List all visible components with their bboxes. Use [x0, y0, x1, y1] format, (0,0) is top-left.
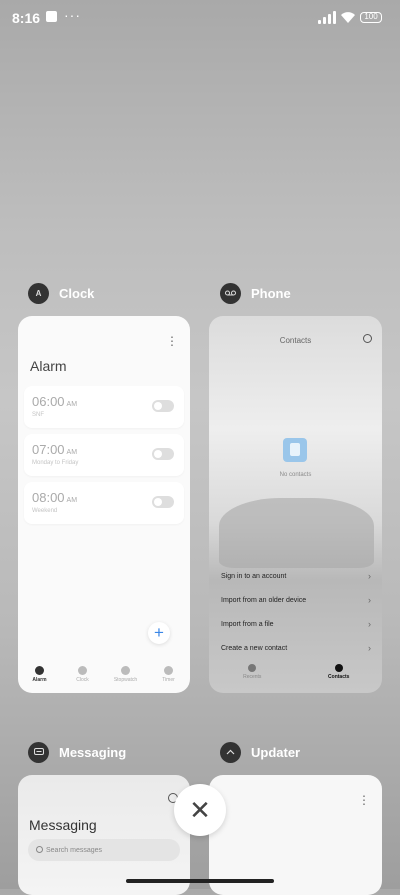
phone-app-icon — [220, 282, 241, 304]
tab-stopwatch: Stopwatch — [106, 666, 146, 690]
alarm-toggle — [152, 496, 174, 508]
add-alarm-button: + — [148, 622, 170, 644]
search-messages-input: Search messages — [28, 839, 180, 861]
person-icon — [334, 664, 343, 672]
menu-item-import-device: Import from an older device › — [221, 595, 371, 605]
messaging-title: Messaging — [29, 817, 97, 833]
phone-tab-bar: Recents Contacts — [209, 664, 382, 688]
hourglass-icon — [164, 666, 173, 675]
home-indicator[interactable] — [126, 879, 274, 883]
alarm-toggle — [152, 400, 174, 412]
updater-app-name: Updater — [251, 744, 301, 760]
contacts-title: Contacts — [279, 336, 312, 345]
settings-icon — [363, 334, 372, 343]
tab-clock: Clock — [63, 666, 103, 690]
tab-timer: Timer — [149, 666, 189, 690]
alarm-time: 06:00 AM — [32, 394, 78, 409]
contacts-book-icon — [283, 438, 307, 462]
alarm-time: 08:00 AM — [32, 490, 78, 505]
alarm-label: SNF — [32, 412, 44, 418]
chevron-right-icon: › — [368, 571, 371, 581]
tab-contacts: Contacts — [314, 664, 364, 688]
alarm-toggle — [152, 448, 174, 460]
clock-app-name: Clock — [59, 285, 95, 301]
clock-app-icon: A — [28, 282, 49, 304]
alarm-time: 07:00 AM — [32, 442, 78, 457]
more-options-icon: ⋮ — [166, 334, 178, 348]
phone-icon — [248, 664, 257, 672]
phone-app-card[interactable]: Contacts No contacts Sign in to an accou… — [209, 316, 382, 693]
phone-app-header[interactable]: Phone — [220, 281, 291, 305]
alarm-title: Alarm — [30, 358, 67, 374]
menu-item-import-file: Import from a file › — [221, 619, 371, 629]
menu-item-sign-in: Sign in to an account › — [221, 571, 371, 581]
alarm-row: 06:00 AM SNF — [24, 386, 184, 428]
updater-app-icon — [220, 741, 241, 763]
alarm-label: Weekend — [32, 508, 58, 514]
status-time: 8:16 — [12, 10, 41, 26]
chevron-right-icon: › — [368, 643, 371, 653]
messaging-app-icon — [28, 741, 49, 763]
updater-app-card[interactable]: ⋮ — [209, 775, 382, 895]
alarm-label: Monday to Friday — [32, 460, 79, 466]
chevron-right-icon: › — [368, 619, 371, 629]
tab-alarm: Alarm — [20, 666, 60, 690]
alarm-row: 08:00 AM Weekend — [24, 482, 184, 524]
messaging-app-name: Messaging — [59, 744, 127, 760]
battery-icon: 100 — [360, 12, 382, 23]
alarm-icon — [35, 666, 44, 675]
stopwatch-icon — [121, 666, 130, 675]
updater-app-header[interactable]: Updater — [220, 740, 300, 764]
clock-app-card[interactable]: ⋮ Alarm 06:00 AM SNF 07:00 AM Monday to Fr… — [18, 316, 190, 693]
background-shape — [219, 498, 374, 568]
close-all-button[interactable]: ✕ — [174, 784, 226, 836]
tab-recents: Recents — [227, 664, 277, 688]
chevron-right-icon: › — [368, 595, 371, 605]
phone-app-name: Phone — [251, 285, 291, 301]
wifi-icon — [341, 12, 355, 23]
messaging-app-card[interactable]: Messaging Search messages — [18, 775, 190, 895]
signal-icon — [318, 11, 336, 24]
alarm-row: 07:00 AM Monday to Friday — [24, 434, 184, 476]
more-options-icon: ⋮ — [358, 793, 370, 807]
clock-tab-bar: Alarm Clock Stopwatch Timer — [18, 666, 190, 690]
empty-state-text: No contacts — [279, 472, 312, 478]
more-notifications-icon: ··· — [64, 7, 81, 23]
messaging-app-header[interactable]: Messaging — [28, 740, 126, 764]
clock-icon — [78, 666, 87, 675]
status-bar: 8:16 ··· 100 — [0, 0, 400, 34]
menu-item-create-contact: Create a new contact › — [221, 643, 371, 653]
notification-icon — [46, 11, 57, 22]
clock-app-header[interactable]: A Clock — [28, 281, 94, 305]
